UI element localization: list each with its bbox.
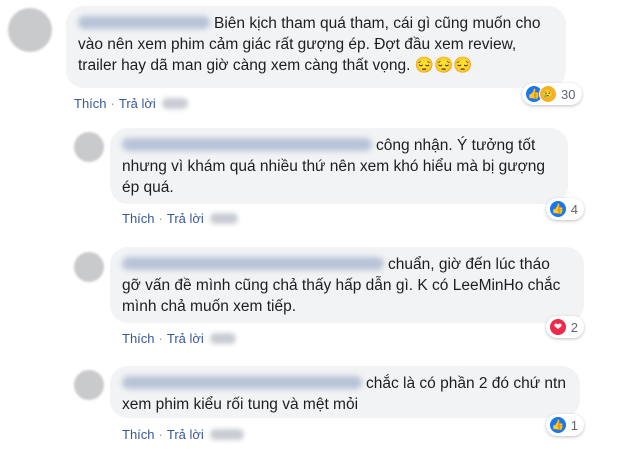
comment-actions: Thích · Trả lời <box>122 426 244 442</box>
reaction-count: 1 <box>570 417 578 433</box>
reaction-summary[interactable]: ❤ 2 <box>546 316 584 338</box>
avatar[interactable] <box>74 252 104 282</box>
reaction-count: 30 <box>561 86 576 102</box>
commenter-name[interactable] <box>122 257 384 270</box>
comment-actions: Thích · Trả lời <box>122 210 238 226</box>
reaction-count: 4 <box>570 201 578 217</box>
commenter-name[interactable] <box>122 138 372 151</box>
reaction-summary[interactable]: 👍 1 <box>546 414 584 436</box>
reaction-summary[interactable]: 👍 4 <box>546 198 584 220</box>
reaction-count: 2 <box>570 319 578 335</box>
comment-bubble: công nhận. Ý tưởng tốt nhưng vì khám quá… <box>110 128 568 204</box>
comment-bubble: chuẩn, giờ đến lúc tháo gỡ vấn đề mình c… <box>110 247 584 323</box>
reply-link[interactable]: Trả lời <box>167 331 204 346</box>
like-icon: 👍 <box>549 200 567 218</box>
comment-bubble: chắc là có phần 2 đó chứ ntn xem phim ki… <box>110 366 580 418</box>
like-link[interactable]: Thích <box>122 211 155 226</box>
reaction-summary[interactable]: 👍 😢 30 <box>522 83 582 105</box>
comment-actions: Thích · Trả lời <box>122 330 236 346</box>
heart-icon: ❤ <box>549 318 567 336</box>
timestamp[interactable] <box>209 333 236 345</box>
like-link[interactable]: Thích <box>74 96 107 111</box>
commenter-name[interactable] <box>122 376 362 389</box>
avatar[interactable] <box>8 8 52 52</box>
commenter-name[interactable] <box>78 16 210 29</box>
reply-link[interactable]: Trả lời <box>119 96 156 111</box>
sad-icon: 😢 <box>539 85 557 103</box>
reply-link[interactable]: Trả lời <box>167 427 204 442</box>
like-link[interactable]: Thích <box>122 427 155 442</box>
reply-link[interactable]: Trả lời <box>167 211 204 226</box>
comment-bubble: Biên kịch tham quá tham, cái gì cũng muố… <box>66 6 566 88</box>
like-icon: 👍 <box>549 416 567 434</box>
like-link[interactable]: Thích <box>122 331 155 346</box>
avatar[interactable] <box>74 370 104 400</box>
timestamp[interactable] <box>209 213 238 225</box>
timestamp[interactable] <box>209 429 244 441</box>
timestamp[interactable] <box>161 98 188 110</box>
comment-actions: Thích · Trả lời <box>74 95 188 111</box>
avatar[interactable] <box>74 132 104 162</box>
